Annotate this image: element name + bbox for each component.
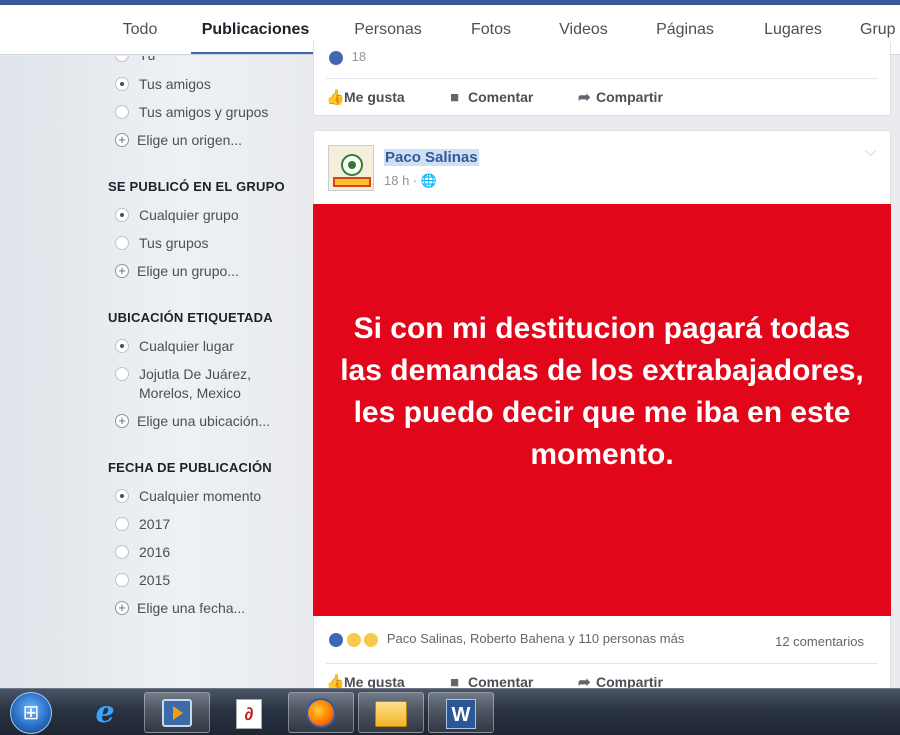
thumbs-up-icon: 👍 xyxy=(326,89,345,106)
radio-icon xyxy=(115,56,129,62)
post-card: Paco Salinas 18 h · 🌐 ⌵ Si con mi destit… xyxy=(313,130,891,691)
media-player-icon[interactable] xyxy=(144,692,210,733)
share-button[interactable]: ➦ Compartir xyxy=(578,79,663,115)
reactions-summary[interactable]: Paco Salinas, Roberto Bahena y 110 perso… xyxy=(328,631,684,655)
tab-publicaciones[interactable]: Publicaciones xyxy=(191,5,320,54)
author-avatar[interactable] xyxy=(328,145,374,191)
radio-icon xyxy=(115,367,129,381)
windows-taskbar: ⊞ e ∂ W xyxy=(0,688,900,735)
plus-circle-icon: + xyxy=(115,414,129,428)
post-timestamp[interactable]: 18 h · 🌐 xyxy=(384,173,437,189)
chevron-down-icon[interactable]: ⌵ xyxy=(865,143,876,160)
plus-circle-icon: + xyxy=(115,264,129,278)
location-filter-heading: UBICACIÓN ETIQUETADA xyxy=(108,310,273,325)
avatar-logo-icon xyxy=(329,146,373,190)
radio-selected-icon xyxy=(115,489,129,503)
plus-circle-icon: + xyxy=(115,601,129,615)
radio-icon xyxy=(115,545,129,559)
comments-count-link[interactable]: 12 comentarios xyxy=(775,634,864,649)
word-icon[interactable]: W xyxy=(428,692,494,733)
windows-start-icon[interactable]: ⊞ xyxy=(10,692,52,734)
radio-icon xyxy=(115,517,129,531)
internet-explorer-icon[interactable]: e xyxy=(72,692,138,733)
comment-icon: ■ xyxy=(450,89,460,106)
date-filter-heading: FECHA DE PUBLICACIÓN xyxy=(108,460,272,475)
radio-icon xyxy=(115,105,129,119)
globe-icon: 🌐 xyxy=(420,173,438,188)
radio-icon xyxy=(115,573,129,587)
previous-post-card: 18 👍Me gusta ■ Comentar ➦ Compartir xyxy=(313,40,891,116)
share-arrow-icon: ➦ xyxy=(578,89,591,106)
post-author-name[interactable]: Paco Salinas xyxy=(384,149,479,166)
radio-selected-icon xyxy=(115,77,129,91)
firefox-icon[interactable] xyxy=(288,692,354,733)
tab-todo[interactable]: Todo xyxy=(108,5,172,54)
like-count[interactable]: 18 xyxy=(328,49,366,66)
post-image[interactable]: Si con mi destitucion pagará todas las d… xyxy=(313,204,891,616)
file-explorer-icon[interactable] xyxy=(358,692,424,733)
plus-circle-icon: + xyxy=(115,133,129,147)
radio-selected-icon xyxy=(115,339,129,353)
radio-icon xyxy=(115,236,129,250)
like-button[interactable]: 👍Me gusta xyxy=(326,79,405,115)
search-filters-sidebar: Tú Tus amigos Tus amigos y grupos + Elig… xyxy=(0,56,305,688)
group-filter-heading: SE PUBLICÓ EN EL GRUPO xyxy=(108,179,285,194)
wow-reaction-icon xyxy=(345,631,362,648)
like-reaction-icon xyxy=(328,631,344,648)
sad-reaction-icon xyxy=(363,631,380,648)
pdf-reader-icon[interactable]: ∂ xyxy=(216,692,282,733)
post-action-bar: 👍Me gusta ■ Comentar ➦ Compartir xyxy=(326,79,878,115)
post-image-text: Si con mi destitucion pagará todas las d… xyxy=(340,312,864,471)
like-reaction-icon xyxy=(328,49,344,66)
comment-button[interactable]: ■ Comentar xyxy=(450,79,533,115)
radio-selected-icon xyxy=(115,208,129,222)
